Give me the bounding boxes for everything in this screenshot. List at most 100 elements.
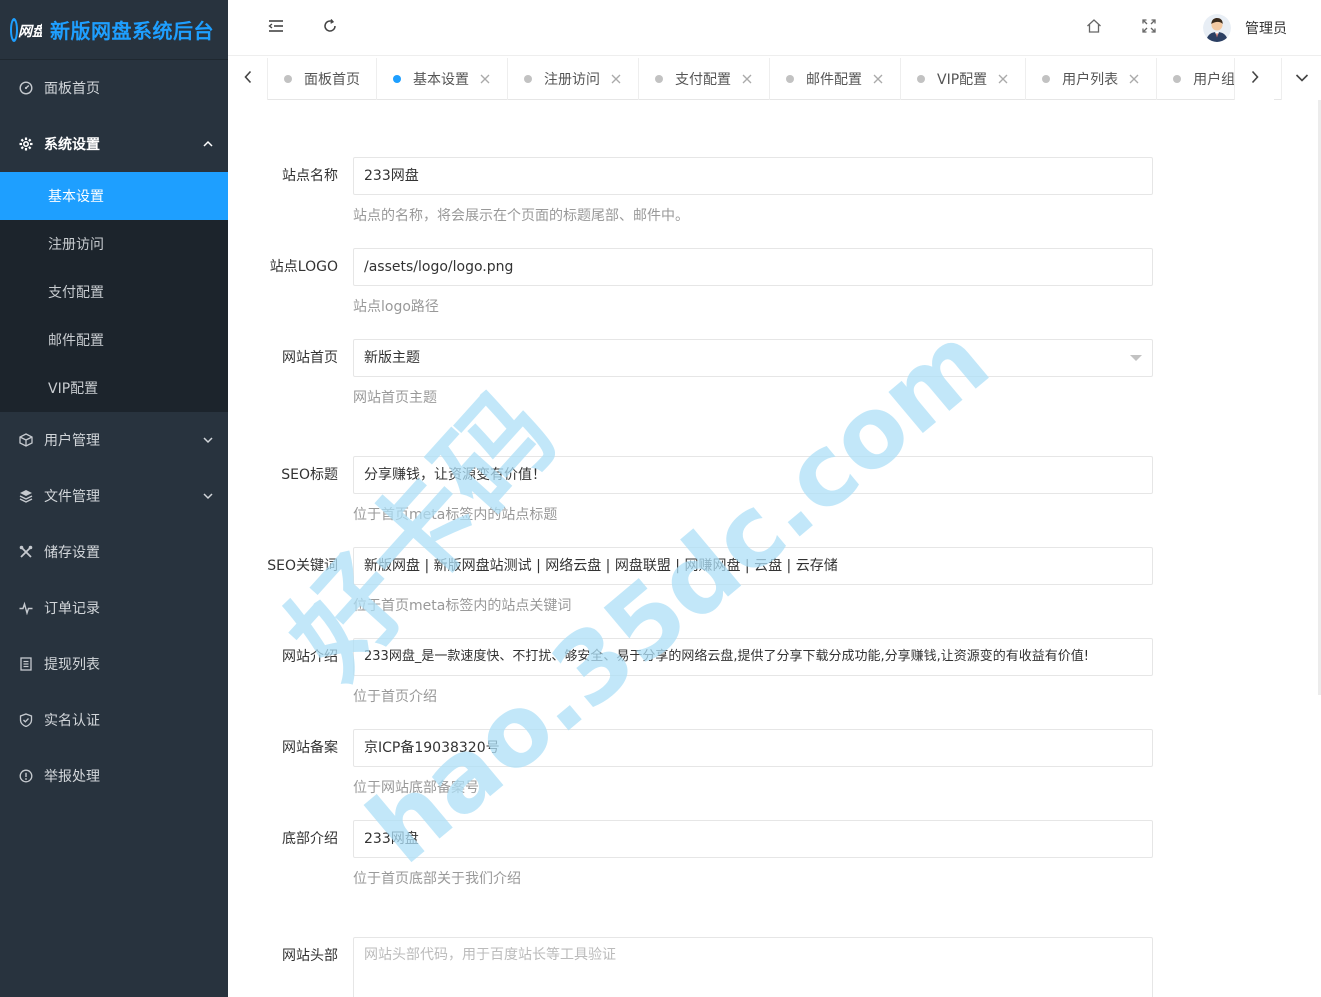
tab-register-access[interactable]: 注册访问	[508, 58, 639, 100]
site-intro-label: 网站介绍	[282, 649, 338, 665]
icp-hint: 位于网站底部备案号	[353, 780, 479, 796]
seo-keywords-label: SEO关键词	[267, 558, 338, 574]
close-icon[interactable]	[997, 73, 1009, 85]
site-name-input[interactable]: 233网盘	[353, 157, 1153, 195]
sidebar-item-real-name-auth[interactable]: 实名认证	[0, 692, 228, 748]
sidebar-item-file-management[interactable]: 文件管理	[0, 468, 228, 524]
tab-mail-config[interactable]: 邮件配置	[770, 58, 901, 100]
user-name: 管理员	[1245, 21, 1287, 37]
sidebar-item-label: 实名认证	[44, 713, 100, 729]
tab-user-group[interactable]: 用户组管	[1157, 58, 1234, 100]
close-icon[interactable]	[741, 73, 753, 85]
sidebar-item-report-handling[interactable]: 举报处理	[0, 748, 228, 804]
sidebar-item-order-records[interactable]: 订单记录	[0, 580, 228, 636]
chevron-right-icon	[1250, 70, 1260, 88]
tab-dashboard[interactable]: 面板首页	[268, 58, 377, 100]
sidebar-subitem-vip-config[interactable]: VIP配置	[0, 364, 228, 412]
sidebar-subitem-payment-config[interactable]: 支付配置	[0, 268, 228, 316]
site-name-label: 站点名称	[282, 168, 338, 184]
tab-label: 用户列表	[1062, 72, 1119, 88]
submenu-system-settings: 基本设置 注册访问 支付配置 邮件配置 VIP配置	[0, 172, 228, 412]
cube-icon	[18, 432, 34, 448]
menu-toggle-button[interactable]	[262, 14, 290, 42]
seo-title-input[interactable]: 分享赚钱，让资源变有价值！	[353, 456, 1153, 494]
site-header-textarea[interactable]: 网站头部代码，用于百度站长等工具验证	[353, 937, 1153, 997]
sidebar-item-label: 系统设置	[44, 137, 100, 153]
tab-label: 基本设置	[413, 72, 469, 88]
sidebar-item-user-management[interactable]: 用户管理	[0, 412, 228, 468]
refresh-icon	[322, 18, 338, 38]
tab-status-dot	[786, 75, 794, 83]
logo-area[interactable]: 网盘 新版网盘系统后台	[0, 0, 228, 60]
sidebar-item-system-settings[interactable]: 系统设置	[0, 116, 228, 172]
layers-icon	[18, 488, 34, 504]
tab-scroll-left-button[interactable]	[228, 58, 268, 100]
home-theme-value: 新版主题	[364, 350, 420, 366]
seo-keywords-input[interactable]: 新版网盘 | 新版网盘站测试 | 网络云盘 | 网盘联盟 | 网赚网盘 | 云盘…	[353, 547, 1153, 585]
sidebar-item-dashboard[interactable]: 面板首页	[0, 60, 228, 116]
home-theme-label: 网站首页	[282, 350, 338, 366]
svg-text:网盘: 网盘	[18, 23, 42, 40]
tab-status-dot	[1173, 75, 1182, 83]
sidebar-item-label: 订单记录	[44, 601, 100, 617]
site-logo-input[interactable]: /assets/logo/logo.png	[353, 248, 1153, 286]
close-icon[interactable]	[610, 73, 622, 85]
chevron-left-icon	[243, 70, 253, 88]
list-icon	[18, 656, 34, 672]
menu-fold-icon	[268, 19, 284, 37]
chevron-down-icon	[1295, 71, 1309, 87]
close-icon[interactable]	[1128, 73, 1140, 85]
tab-payment-config[interactable]: 支付配置	[639, 58, 770, 100]
dashboard-icon	[18, 80, 34, 96]
sidebar-item-label: 提现列表	[44, 657, 100, 673]
tab-label: VIP配置	[937, 72, 988, 88]
sidebar-subitem-register-access[interactable]: 注册访问	[0, 220, 228, 268]
sidebar-subitem-basic-settings[interactable]: 基本设置	[0, 172, 228, 220]
fullscreen-icon	[1142, 19, 1156, 37]
site-intro-input[interactable]: 233网盘_是一款速度快、不打扰、够安全、易于分享的网络云盘,提供了分享下载分成…	[353, 638, 1153, 676]
seo-keywords-hint: 位于首页meta标签内的站点关键词	[353, 598, 572, 614]
icp-label: 网站备案	[282, 740, 338, 756]
seo-title-hint: 位于首页meta标签内的站点标题	[353, 507, 558, 523]
alert-circle-icon	[18, 768, 34, 784]
site-intro-hint: 位于首页介绍	[353, 689, 437, 705]
tab-status-dot	[524, 75, 532, 83]
tab-status-dot	[393, 75, 401, 83]
sidebar-item-withdrawal-list[interactable]: 提现列表	[0, 636, 228, 692]
sidebar-item-label: 举报处理	[44, 769, 100, 785]
tab-vip-config[interactable]: VIP配置	[901, 58, 1027, 100]
sidebar-item-storage-settings[interactable]: 储存设置	[0, 524, 228, 580]
tab-label: 注册访问	[544, 72, 600, 88]
tab-label: 用户组管	[1193, 72, 1234, 88]
tab-label: 面板首页	[304, 72, 360, 88]
gear-icon	[18, 136, 34, 152]
close-icon[interactable]	[479, 73, 491, 85]
sidebar-subitem-mail-config[interactable]: 邮件配置	[0, 316, 228, 364]
tab-user-list[interactable]: 用户列表	[1026, 58, 1158, 100]
home-theme-select[interactable]: 新版主题	[353, 339, 1153, 377]
tab-status-dot	[655, 75, 663, 83]
tab-scroll-right-button[interactable]	[1234, 58, 1274, 100]
footer-intro-hint: 位于首页底部关于我们介绍	[353, 871, 521, 887]
refresh-button[interactable]	[316, 14, 344, 42]
footer-intro-input[interactable]: 233网盘	[353, 820, 1153, 858]
close-icon[interactable]	[872, 73, 884, 85]
sidebar-item-label: 文件管理	[44, 489, 100, 505]
icp-input[interactable]: 京ICP备19038320号	[353, 729, 1153, 767]
site-logo-label: 站点LOGO	[269, 259, 338, 275]
site-header-label: 网站头部	[282, 948, 338, 964]
home-theme-hint: 网站首页主题	[353, 390, 437, 406]
chevron-down-icon	[202, 434, 214, 446]
tab-more-button[interactable]	[1281, 58, 1321, 100]
shield-check-icon	[18, 712, 34, 728]
caret-down-icon	[1130, 355, 1142, 361]
settings-form: 站点名称 233网盘 站点的名称，将会展示在个页面的标题尾部、邮件中。 站点LO…	[228, 100, 1321, 997]
user-menu[interactable]: 管理员	[1203, 12, 1287, 44]
fullscreen-button[interactable]	[1135, 14, 1163, 42]
top-header: 管理员	[228, 0, 1321, 56]
chevron-down-icon	[202, 490, 214, 502]
tab-basic-settings[interactable]: 基本设置	[377, 58, 508, 100]
home-button[interactable]	[1080, 14, 1108, 42]
logo-icon: 网盘	[8, 15, 42, 45]
home-icon	[1086, 18, 1102, 38]
